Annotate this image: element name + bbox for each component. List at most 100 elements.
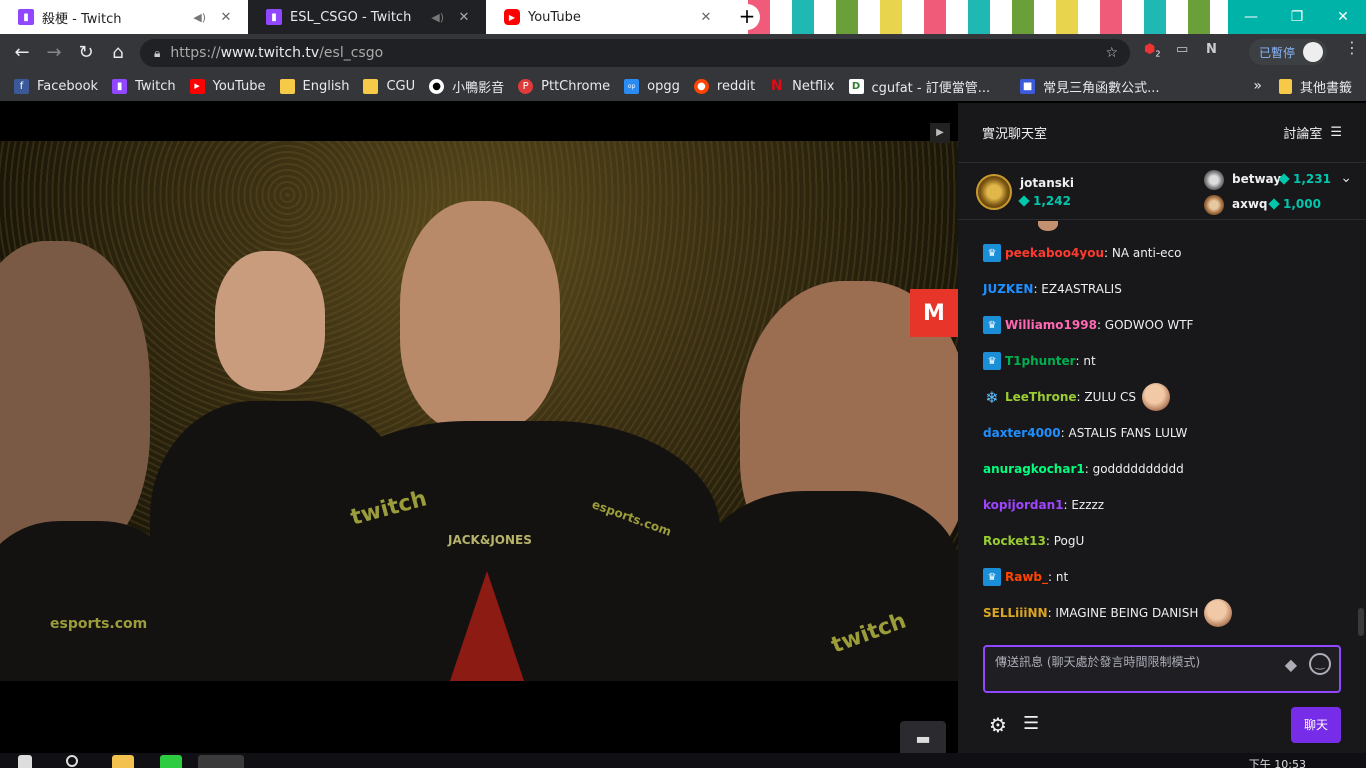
bookmark-label: YouTube [212,78,266,94]
bookmark-cgufat[interactable]: Dcgufat - 訂便當管... [848,77,990,96]
speaker-icon[interactable]: ◀) [193,11,206,24]
extension-badge: 2 [1155,49,1161,59]
crown-badge-icon: ♛ [983,244,1001,262]
bookmark-trig[interactable]: ■ 常見三角函數公式... [1020,77,1160,96]
chat-username[interactable]: kopijordan1 [983,498,1063,512]
chat-message: ♛ T1phunter: nt [983,351,1096,371]
second-name[interactable]: betway [1232,172,1281,186]
esl-badge-icon[interactable]: M [910,289,958,337]
chat-username[interactable]: Rocket13 [983,534,1046,548]
close-tab-icon[interactable]: ✕ [216,10,236,25]
n-extension-icon[interactable]: N [1206,42,1217,57]
bookmark-english[interactable]: English [279,78,349,94]
snowflake-badge-icon: ❄ [985,387,999,407]
chat-message: kopijordan1: Ezzzz [983,495,1104,515]
restore-icon[interactable]: ❐ [1274,0,1320,34]
chat-username[interactable]: JUZKEN [983,282,1033,296]
minimize-icon[interactable]: — [1228,0,1274,34]
forward-icon[interactable]: → [38,42,70,63]
tab-title: ESL_CSGO - Twitch [290,9,412,25]
profile-avatar [1303,42,1324,62]
chevron-down-icon[interactable]: ⌄ [1340,170,1352,186]
chat-message: ❄ LeeThrone: ZULU CS [983,383,1171,411]
bookmark-youtube[interactable]: ▶ YouTube [189,78,266,94]
twitch-icon: ▮ [18,9,34,25]
bookmark-netflix[interactable]: N Netflix [769,78,835,94]
video-player[interactable]: twitch JACK&JONES esports.com esports.co… [0,103,958,757]
sponsor-logo: JACK&JONES [448,533,532,547]
other-bookmarks[interactable]: 其他書籤 [1278,77,1352,96]
third-points-value: 1,000 [1283,197,1321,211]
leader-name[interactable]: jotanski [1020,176,1074,190]
third-name[interactable]: axwq [1232,197,1268,211]
chat-username[interactable]: SELLiiiNN [983,606,1048,620]
chat-username[interactable]: T1phunter [1005,354,1076,368]
chat-header: 實況聊天室 討論室 ☰ [958,103,1366,163]
bookmark-facebook[interactable]: f Facebook [14,78,98,94]
close-tab-icon[interactable]: ✕ [696,10,716,25]
home-icon[interactable]: ⌂ [102,42,134,63]
new-tab-button[interactable]: + [734,4,760,30]
tab-title: 殺梗 - Twitch [42,11,122,27]
emote-picker-icon[interactable]: ‿ [1309,653,1331,675]
close-window-icon[interactable]: ✕ [1320,0,1366,34]
tab-sha-geng[interactable]: ▮ 殺梗 - Twitch ◀) ✕ [0,0,248,34]
chat-username[interactable]: daxter4000 [983,426,1061,440]
reload-icon[interactable]: ↻ [70,42,102,63]
chat-bubble-icon[interactable]: ▬ [900,721,946,757]
bits-icon[interactable]: ◆ [1285,655,1297,674]
player-face [400,201,560,431]
address-bar[interactable]: 🔒︎ https://www.twitch.tv/esl_csgo ☆ [140,39,1130,67]
tab-esl-csgo[interactable]: ▮ ESL_CSGO - Twitch ◀) ✕ [248,0,486,34]
bookmarks-overflow-icon[interactable]: » [1253,78,1262,94]
profile-paused-button[interactable]: 已暫停 [1249,39,1328,65]
taskbar-clock[interactable]: 下午 10:53 [1249,756,1306,768]
chat-text: : IMAGINE BEING DANISH [1047,606,1199,620]
back-icon[interactable]: ← [6,42,38,63]
bookmarks-bar: f Facebook ▮ Twitch ▶ YouTube English CGU ●… [0,71,1366,101]
tab-title: YouTube [528,9,581,25]
bookmark-pttchrome[interactable]: P PttChrome [518,78,611,94]
crown-badge-icon: ♛ [983,568,1001,586]
collapse-chat-icon[interactable]: ▶ [930,123,950,143]
leader-avatar [976,174,1012,210]
chat-text: : NA anti-eco [1103,246,1182,260]
bookmark-label: reddit [716,78,756,94]
file-explorer-icon[interactable] [112,755,134,768]
chat-username[interactable]: LeeThrone [1005,390,1077,404]
viewer-list-icon[interactable]: ☰ [1023,713,1039,734]
bookmark-star-icon[interactable]: ☆ [1105,45,1118,61]
facebook-icon: f [14,78,29,94]
bookmark-duck[interactable]: ● 小鴨影音 [429,77,504,96]
chat-username[interactable]: anuragkochar1 [983,462,1085,476]
ticket-extension-icon[interactable]: ▭ [1176,42,1188,57]
bookmark-label: 小鴨影音 [452,80,505,96]
bookmark-label: PttChrome [541,78,611,94]
menu-kebab-icon[interactable]: ⋮ [1344,38,1360,57]
gear-icon[interactable]: ⚙ [989,713,1007,737]
player-jersey [700,491,958,681]
bookmark-label: CGU [386,78,416,94]
speaker-icon[interactable]: ◀) [431,11,444,24]
chat-username[interactable]: peekaboo4you [1005,246,1104,260]
chat-username[interactable]: Rawb_ [1005,570,1048,584]
chat-mode-button[interactable]: 討論室 ☰ [1283,123,1342,142]
extension-shield-icon[interactable]: ⬢2 [1144,42,1160,59]
chrome-taskbar-icon[interactable] [198,755,244,768]
send-chat-button[interactable]: 聊天 [1291,707,1341,743]
bookmark-opgg[interactable]: op opgg [624,78,680,94]
chat-input[interactable]: 傳送訊息 (聊天處於發言時間限制模式) ◆ ‿ [983,645,1341,693]
bookmark-cgu[interactable]: CGU [363,78,416,94]
chat-scrollbar[interactable] [1358,608,1364,636]
chat-username[interactable]: Williamo1998 [1005,318,1097,332]
other-bookmarks-label: 其他書籤 [1299,80,1352,96]
close-tab-icon[interactable]: ✕ [454,10,474,25]
video-frame[interactable]: twitch JACK&JONES esports.com esports.co… [0,141,958,681]
tab-youtube[interactable]: ▶ YouTube ✕ [486,0,728,34]
emote-icon [1142,383,1171,411]
bookmark-twitch[interactable]: ▮ Twitch [112,78,176,94]
start-icon[interactable] [18,755,32,768]
bookmark-reddit[interactable]: ● reddit [693,78,756,94]
line-app-icon[interactable] [160,755,182,768]
search-icon[interactable] [66,755,78,767]
